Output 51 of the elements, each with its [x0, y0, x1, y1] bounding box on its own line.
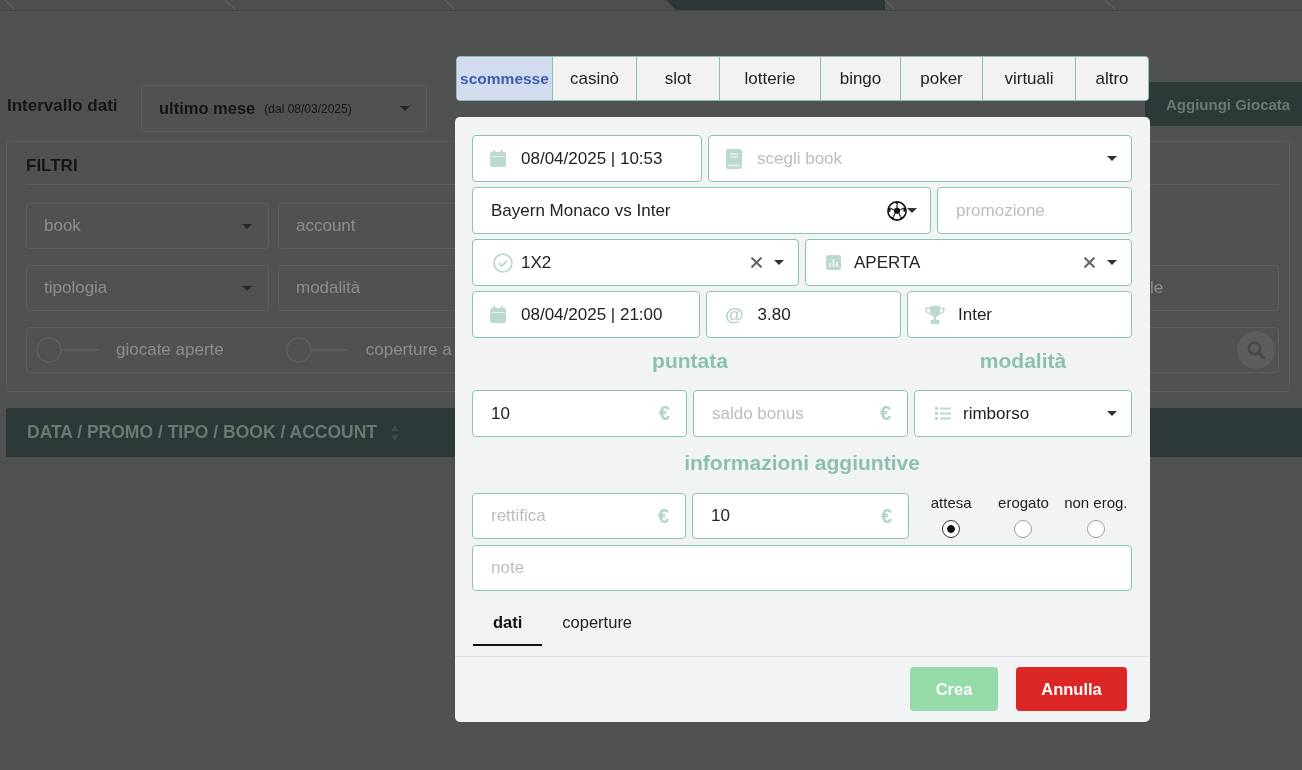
book-icon [726, 148, 742, 169]
caret-icon [1107, 411, 1117, 416]
trophy-icon [925, 305, 945, 324]
caret-icon [774, 260, 784, 265]
date-field[interactable]: 08/04/2025 | 21:00 [472, 291, 700, 338]
tab[interactable]: dati [473, 600, 543, 646]
caret-icon [400, 106, 410, 111]
mode-select[interactable]: rimborso [914, 390, 1132, 437]
tab[interactable]: coperture [542, 600, 653, 646]
section-title: informazioni aggiuntive [684, 451, 920, 475]
market-select[interactable]: 1X2 [472, 239, 799, 286]
cancel-button[interactable]: Annulla [1016, 667, 1127, 711]
euro-sign: € [657, 504, 669, 528]
radio-label: attesa [930, 494, 972, 512]
date-field[interactable]: 08/04/2025 | 10:53 [472, 135, 702, 182]
status-select[interactable]: APERTA [805, 239, 1132, 286]
caret-icon [242, 223, 252, 229]
radio-button[interactable] [942, 520, 961, 538]
date-range-label: Intervallo dati [7, 96, 119, 116]
clear-icon [751, 257, 762, 268]
nav-tab[interactable] [665, 0, 885, 10]
euro-sign: € [879, 402, 891, 425]
caret-icon [907, 208, 917, 213]
radio-label: erogato [998, 494, 1049, 512]
category-tab[interactable]: scommesse [457, 57, 552, 100]
section-title: modalità [979, 349, 1067, 373]
clear-icon [1084, 257, 1095, 268]
soccer-ball-icon [887, 200, 907, 221]
amount-field[interactable]: 10 € [692, 493, 909, 539]
bar-chart-icon [826, 255, 841, 270]
caret-icon [1107, 156, 1117, 161]
list-icon [935, 407, 951, 420]
toggle-label: coperture a [365, 340, 452, 360]
amount-field[interactable]: 10 € [472, 390, 687, 437]
at-sign: @ [725, 303, 744, 326]
calendar-icon [490, 306, 506, 323]
selection-field[interactable]: Inter [907, 291, 1132, 338]
calendar-icon [490, 150, 506, 167]
radio-button[interactable] [1014, 520, 1033, 538]
radio-label: non erog. [1064, 494, 1128, 512]
category-tab[interactable]: altro [1075, 57, 1148, 100]
euro-sign: € [658, 402, 670, 425]
event-select[interactable]: Bayern Monaco vs Inter [472, 187, 931, 234]
check-circle-icon [493, 252, 513, 273]
caret-icon [242, 285, 252, 291]
caret-icon [1107, 260, 1117, 265]
toggle-label: giocate aperte [116, 340, 224, 360]
euro-sign: € [880, 504, 892, 528]
section-title: puntata [652, 349, 728, 373]
radio-button[interactable] [1086, 520, 1105, 538]
odds-field[interactable]: @ 3.80 [706, 291, 901, 338]
